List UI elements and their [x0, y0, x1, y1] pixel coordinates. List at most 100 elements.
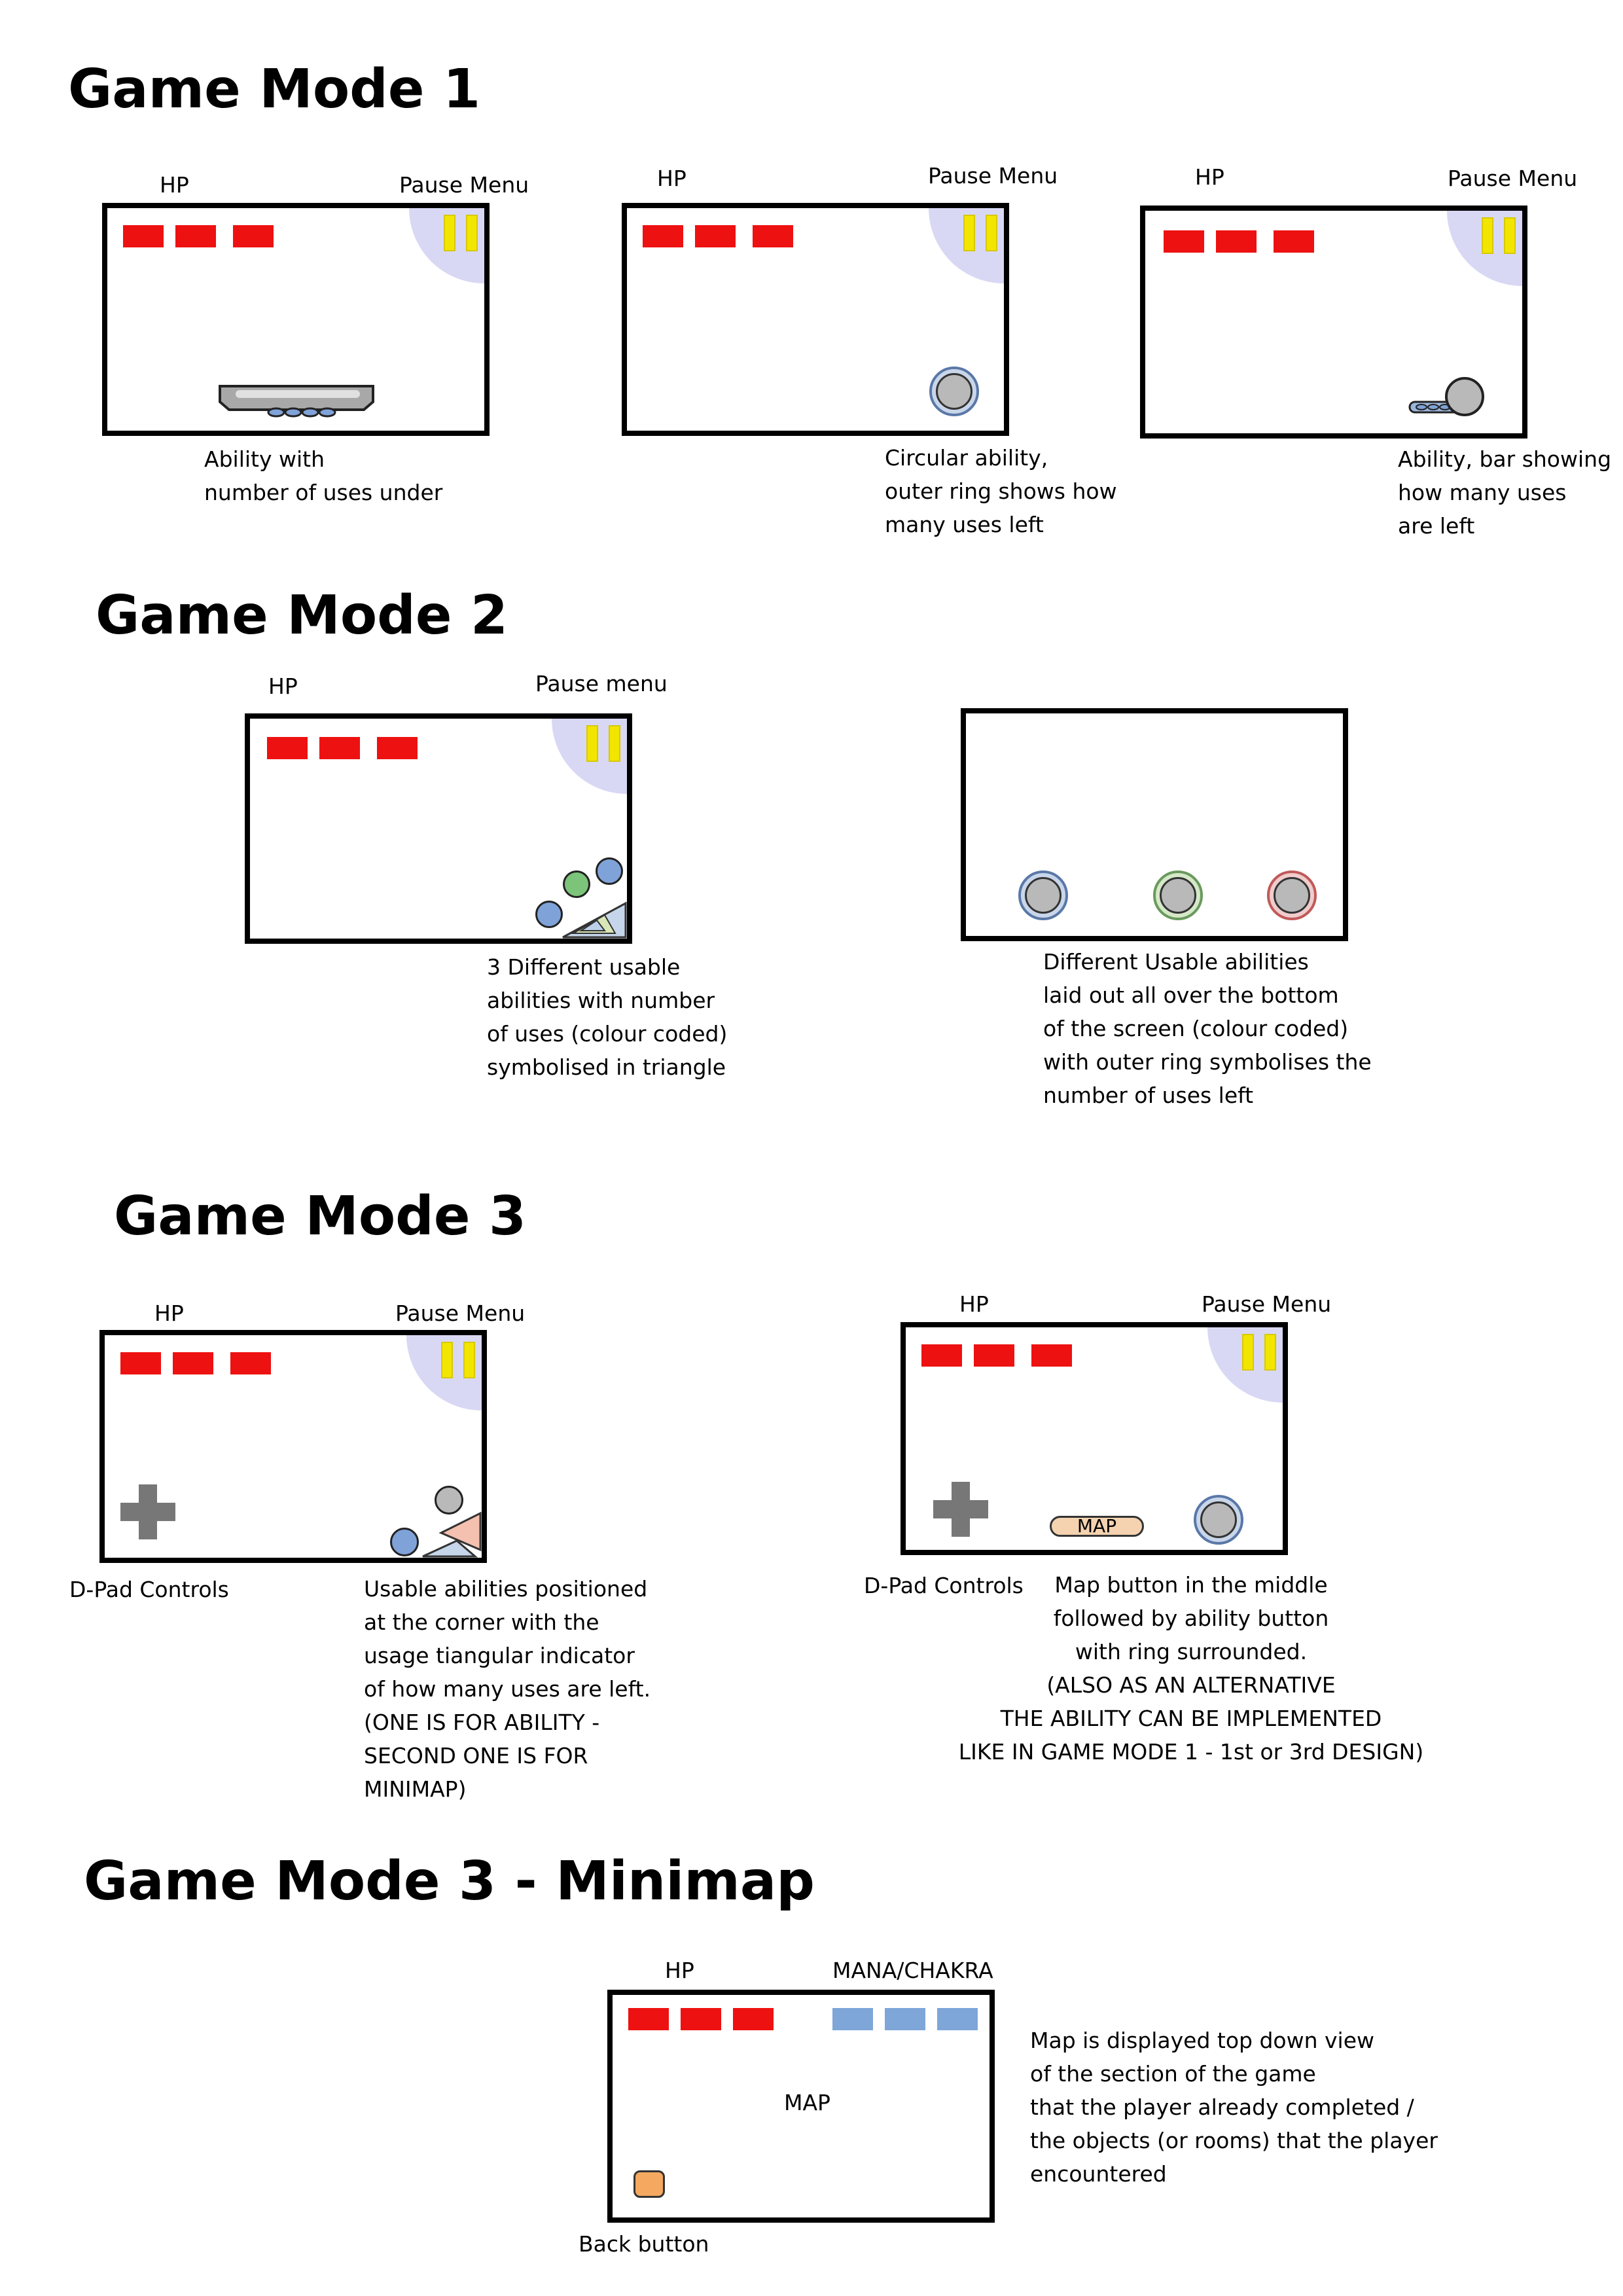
gm2-s1-pause-label: Pause menu [535, 671, 668, 696]
gm3-s1-hp-label: HP [154, 1300, 184, 1326]
map-area-label: MAP [784, 2090, 830, 2115]
gm1-s2-caption: Circular ability, outer ring shows how m… [885, 441, 1117, 541]
gm3-s1-pause-label: Pause Menu [395, 1300, 526, 1326]
pause-icon[interactable] [441, 1342, 475, 1378]
caption-line: laid out all over the bottom [1043, 982, 1339, 1008]
gm2-screen-1 [245, 713, 632, 944]
dpad-icon[interactable] [933, 1482, 988, 1537]
dpad-icon[interactable] [120, 1484, 175, 1539]
caption-line: Map is displayed top down view [1030, 2028, 1374, 2053]
gm1-screen-1 [102, 203, 490, 436]
gm2-screen-2 [961, 708, 1348, 941]
caption-line: Usable abilities positioned [364, 1576, 648, 1602]
hp-bar-segment [921, 1344, 962, 1367]
pause-icon[interactable] [963, 215, 997, 251]
caption-line: (ALSO AS AN ALTERNATIVE [1046, 1672, 1336, 1698]
pause-icon[interactable] [586, 725, 620, 762]
hp-bar-segment [233, 225, 274, 247]
minimap-screen: MAP [607, 1990, 995, 2223]
gm3-s2-caption: Map button in the middle followed by abi… [949, 1568, 1433, 1768]
gm1-s3-pause-label: Pause Menu [1448, 166, 1578, 191]
hp-bar-segment [753, 225, 793, 247]
caption-line: LIKE IN GAME MODE 1 - 1st or 3rd DESIGN) [958, 1739, 1424, 1765]
gm2-s1-caption: 3 Different usable abilities with number… [487, 950, 727, 1084]
caption-line: at the corner with the [364, 1609, 599, 1635]
caption-line: of the screen (colour coded) [1043, 1016, 1349, 1041]
gm3map-caption: Map is displayed top down view of the se… [1030, 2024, 1438, 2191]
ability-blue-button[interactable] [535, 901, 563, 928]
caption-line: Map button in the middle [1054, 1572, 1328, 1598]
caption-line: how many uses [1398, 480, 1567, 505]
ability-green-ring-button[interactable] [1153, 870, 1203, 920]
caption-line: Ability with [204, 446, 325, 472]
hp-bar-segment [1274, 230, 1314, 253]
usage-triangle-indicator [422, 1511, 482, 1558]
minimap-button[interactable] [390, 1528, 419, 1556]
gm3-s2-hp-label: HP [959, 1291, 989, 1317]
pause-icon[interactable] [1242, 1334, 1276, 1371]
caption-line: many uses left [885, 512, 1044, 537]
caption-line: THE ABILITY CAN BE IMPLEMENTED [1000, 1706, 1382, 1731]
ability-bar-icon[interactable] [216, 384, 380, 420]
caption-line: MINIMAP) [364, 1776, 467, 1802]
gm1-s1-hp-label: HP [160, 172, 189, 198]
ability-red-ring-button[interactable] [1267, 870, 1317, 920]
hp-bar-segment [628, 2008, 669, 2030]
caption-line: Different Usable abilities [1043, 949, 1309, 975]
mana-bar-segment [937, 2008, 978, 2030]
gm2-s2-caption: Different Usable abilities laid out all … [1043, 945, 1372, 1112]
caption-line: number of uses left [1043, 1083, 1254, 1108]
caption-line: Ability, bar showing [1398, 446, 1612, 472]
ability-ring-button[interactable] [1194, 1495, 1243, 1545]
gm3-s1-dpad-label: D-Pad Controls [69, 1577, 229, 1602]
gm1-s2-pause-label: Pause Menu [928, 163, 1058, 188]
hp-bar-segment [974, 1344, 1014, 1367]
gm1-screen-2 [622, 203, 1009, 436]
back-button-label: Back button [579, 2231, 709, 2257]
ability-triangle-indicator [562, 901, 627, 939]
pause-icon[interactable] [1482, 217, 1516, 254]
hp-bar-segment [230, 1352, 271, 1374]
ability-green-button[interactable] [563, 870, 590, 898]
hp-bar-segment [695, 225, 736, 247]
caption-line: of how many uses are left. [364, 1676, 651, 1702]
ability-uses-bar-icon[interactable] [1407, 377, 1486, 423]
pause-icon[interactable] [444, 215, 478, 251]
caption-line: symbolised in triangle [487, 1054, 726, 1080]
hp-bar-segment [1164, 230, 1204, 253]
caption-line: of uses (colour coded) [487, 1021, 728, 1047]
hp-bar-segment [1216, 230, 1257, 253]
caption-line: encountered [1030, 2161, 1167, 2187]
caption-line: are left [1398, 513, 1475, 539]
caption-line: of the section of the game [1030, 2061, 1316, 2087]
gm3-title: Game Mode 3 [114, 1185, 527, 1247]
hp-bar-segment [173, 1352, 213, 1374]
gm3-s2-pause-label: Pause Menu [1202, 1291, 1332, 1317]
hp-bar-segment [175, 225, 216, 247]
hp-bar-segment [123, 225, 164, 247]
gm3map-title: Game Mode 3 - Minimap [84, 1850, 815, 1912]
caption-line: that the player already completed / [1030, 2094, 1414, 2120]
gm3map-mana-label: MANA/CHAKRA [832, 1958, 993, 1983]
ability-blue-ring-button[interactable] [1018, 870, 1068, 920]
hp-bar-segment [1031, 1344, 1072, 1367]
ability-grey-button[interactable] [435, 1486, 463, 1515]
ability-ring-button[interactable] [929, 367, 979, 416]
caption-line: Circular ability, [885, 445, 1048, 471]
hp-bar-segment [733, 2008, 774, 2030]
caption-line: (ONE IS FOR ABILITY - [364, 1710, 600, 1735]
ability-blue-button-2[interactable] [596, 857, 623, 885]
gm1-screen-3 [1140, 206, 1527, 439]
gm1-s1-pause-label: Pause Menu [399, 172, 529, 198]
back-button[interactable] [633, 2170, 665, 2198]
caption-line: 3 Different usable [487, 954, 681, 980]
gm1-s3-caption: Ability, bar showing how many uses are l… [1398, 442, 1611, 543]
map-button[interactable]: MAP [1050, 1516, 1144, 1537]
gm3map-hp-label: HP [665, 1958, 694, 1983]
caption-line: the objects (or rooms) that the player [1030, 2128, 1438, 2153]
hp-bar-segment [120, 1352, 161, 1374]
hp-bar-segment [643, 225, 683, 247]
gm2-title: Game Mode 2 [96, 584, 508, 647]
gm3-screen-1 [99, 1330, 487, 1563]
gm1-s3-hp-label: HP [1195, 164, 1224, 190]
